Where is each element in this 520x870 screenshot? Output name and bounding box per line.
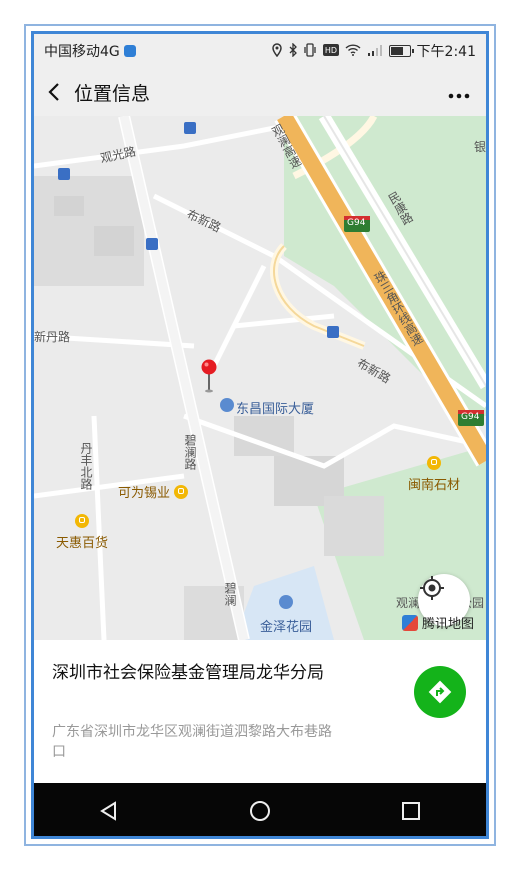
system-home-button[interactable] [230, 783, 290, 836]
road-label-xindan: 新丹路 [34, 330, 71, 344]
battery-icon [388, 45, 414, 57]
map-label-guanlan: 观澜 [396, 596, 421, 610]
status-bar: 中国移动4G HD 下午2:41 [34, 34, 486, 68]
poi-keweixi[interactable]: 可为锡业 [118, 482, 189, 501]
hd-icon: HD [322, 43, 339, 59]
place-name: 深圳市社会保险基金管理局龙华分局 [52, 663, 324, 683]
map-provider-label: 腾讯地图 [421, 617, 474, 632]
map-provider-logo: 腾讯地图 [401, 613, 474, 632]
signal-icon [367, 44, 383, 59]
wifi-icon [345, 43, 361, 59]
poi-label: 金泽花园 [260, 620, 313, 635]
vibrate-icon [303, 42, 317, 60]
bluetooth-icon [289, 41, 297, 60]
place-address: 广东省深圳市龙华区观澜街道泗黎路大布巷路口 [52, 724, 332, 760]
circle-home-icon [249, 801, 270, 821]
clock: 下午2:41 [416, 44, 476, 60]
poi-label: 闽南石材 [408, 478, 461, 493]
map-view[interactable]: 观光路 布新路 布新路 新丹路 碧澜路 碧澜 丹丰北路 观澜高速 珠三角环线高速… [34, 116, 486, 640]
system-recents-button[interactable] [381, 783, 441, 836]
poi-minnan[interactable]: 闽南石材 [408, 456, 460, 493]
map-label-yin: 银 [474, 140, 486, 154]
more-dots-icon [448, 93, 470, 99]
square-recents-icon [401, 802, 420, 820]
page-title: 位置信息 [74, 82, 151, 105]
system-navigation-bar [34, 783, 486, 836]
poi-dongchang[interactable]: 东昌国际大厦 [236, 398, 314, 417]
shop-icon [174, 484, 189, 499]
shop-icon [75, 514, 89, 528]
highway-shield-g94-2: G94 [461, 412, 480, 422]
poi-label: 可为锡业 [118, 486, 171, 501]
phone-screen: 中国移动4G HD 下午2:41 位置信息 观光路 布新路 布新路 新丹路 碧澜… [31, 31, 489, 839]
shop-icon [427, 456, 441, 470]
triangle-back-icon [100, 801, 117, 821]
navigate-diamond-icon [428, 680, 452, 704]
highway-shield-g94-1: G94 [347, 218, 366, 228]
poi-label: 天惠百货 [56, 536, 109, 551]
poi-jinze[interactable]: 金泽花园 [260, 616, 312, 635]
back-button[interactable] [34, 68, 74, 116]
road-label-bilan-2: 碧澜 [223, 582, 237, 606]
more-options-button[interactable] [448, 80, 470, 104]
location-icon [271, 42, 283, 60]
crosshair-icon [420, 576, 444, 600]
chevron-left-icon [48, 83, 59, 101]
tencent-map-icon [401, 614, 418, 631]
road-label-bilan: 碧澜路 [183, 434, 197, 470]
carrier-shield-icon [123, 45, 136, 57]
system-back-button[interactable] [79, 783, 139, 836]
title-bar: 位置信息 [34, 68, 486, 116]
place-info-panel: 深圳市社会保险基金管理局龙华分局 广东省深圳市龙华区观澜街道泗黎路大布巷路口 [34, 640, 486, 783]
poi-tianhui[interactable]: 天惠百货 [56, 514, 108, 551]
svg-text:HD: HD [324, 46, 336, 55]
navigate-button[interactable] [414, 666, 466, 718]
road-label-danfengbei: 丹丰北路 [79, 442, 93, 490]
carrier-label: 中国移动4G [44, 44, 120, 60]
poi-label: 东昌国际大厦 [236, 402, 315, 417]
map-canvas [34, 116, 486, 640]
